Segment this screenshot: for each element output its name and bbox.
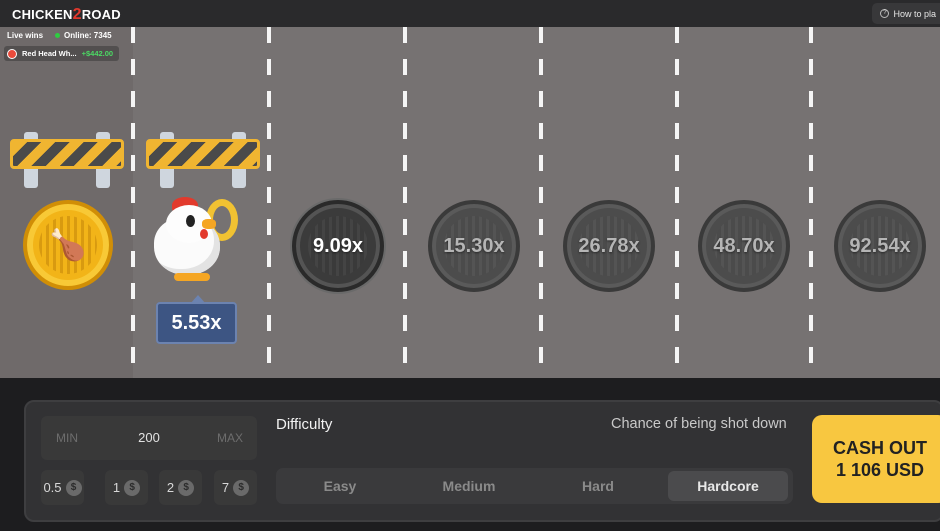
quick-bet-button[interactable]: 1 $ [105,470,148,505]
game-logo: CHICKEN2ROAD [12,6,121,23]
lane-multiplier: 9.09x [312,234,364,257]
quick-bet-amount: 2 [166,480,175,495]
difficulty-label: Difficulty [276,416,333,433]
how-to-play-label: How to pla [893,8,936,19]
difficulty-selector: Easy Medium Hard Hardcore [276,468,793,504]
quick-bet-button[interactable]: 2 $ [159,470,202,505]
difficulty-medium[interactable]: Medium [409,471,529,501]
live-wins-label: Live wins [7,31,44,40]
lane-divider [675,27,679,378]
top-bar: CHICKEN2ROAD ? How to pla [0,0,940,27]
quick-bet-button[interactable]: 7 $ [214,470,257,505]
quick-bet-amount: 1 [112,480,121,495]
lane-manhole: 26.78x [563,200,655,292]
winner-name: Red Head Wh... [22,49,77,58]
lane-multiplier: 92.54x [849,234,911,257]
current-multiplier-badge: 5.53x [156,295,237,344]
road-barrier [146,130,260,188]
dollar-icon: $ [124,479,141,496]
lane-manhole: 15.30x [428,200,520,292]
quick-bet-amount: 7 [221,480,230,495]
lane-multiplier: 15.30x [443,234,505,257]
info-icon: ? [880,9,890,18]
start-coin: 🍗 [23,200,113,290]
difficulty-easy[interactable]: Easy [280,471,400,501]
chicken-leg-icon: 🍗 [49,227,87,263]
avatar [7,48,17,59]
dollar-icon: $ [65,479,82,496]
lane-divider [809,27,813,378]
chicken-player [150,193,240,285]
lane-divider [131,27,135,378]
live-win-entry: Red Head Wh... +$442.00 [4,46,120,61]
live-wins-bar: Live wins Online: 7345 [7,31,112,40]
chance-label: Chance of being shot down [611,416,787,432]
lane-manhole[interactable]: 9.09x [292,200,384,292]
lane-divider [267,27,271,378]
cash-out-label: CASH OUT [833,438,927,458]
dollar-icon: $ [233,479,250,496]
online-dot-icon [55,33,61,38]
quick-bet-button[interactable]: 0.5 $ [41,470,84,505]
lane-manhole: 92.54x [834,200,926,292]
online-counter: Online: 7345 [55,31,112,40]
lane-multiplier: 48.70x [713,234,775,257]
difficulty-hardcore[interactable]: Hardcore [668,471,788,501]
cash-out-button[interactable]: CASH OUT 1 106 USD [812,415,940,503]
road-barrier [10,130,124,188]
bet-max-button[interactable]: MAX [217,431,243,445]
game-stage: CHICKEN2ROAD ? How to pla Live wins Onli… [0,0,940,531]
lane-multiplier: 26.78x [578,234,640,257]
quick-bet-amount: 0.5 [43,480,62,495]
dollar-icon: $ [178,479,195,496]
bet-amount-input[interactable]: MIN 200 MAX [41,416,257,460]
cash-out-amount: 1 106 USD [835,460,925,480]
lane-manhole: 48.70x [698,200,790,292]
difficulty-hard[interactable]: Hard [538,471,658,501]
lane-divider [539,27,543,378]
winner-amount: +$442.00 [81,49,114,58]
how-to-play-button[interactable]: ? How to pla [872,3,940,24]
lane-divider [403,27,407,378]
